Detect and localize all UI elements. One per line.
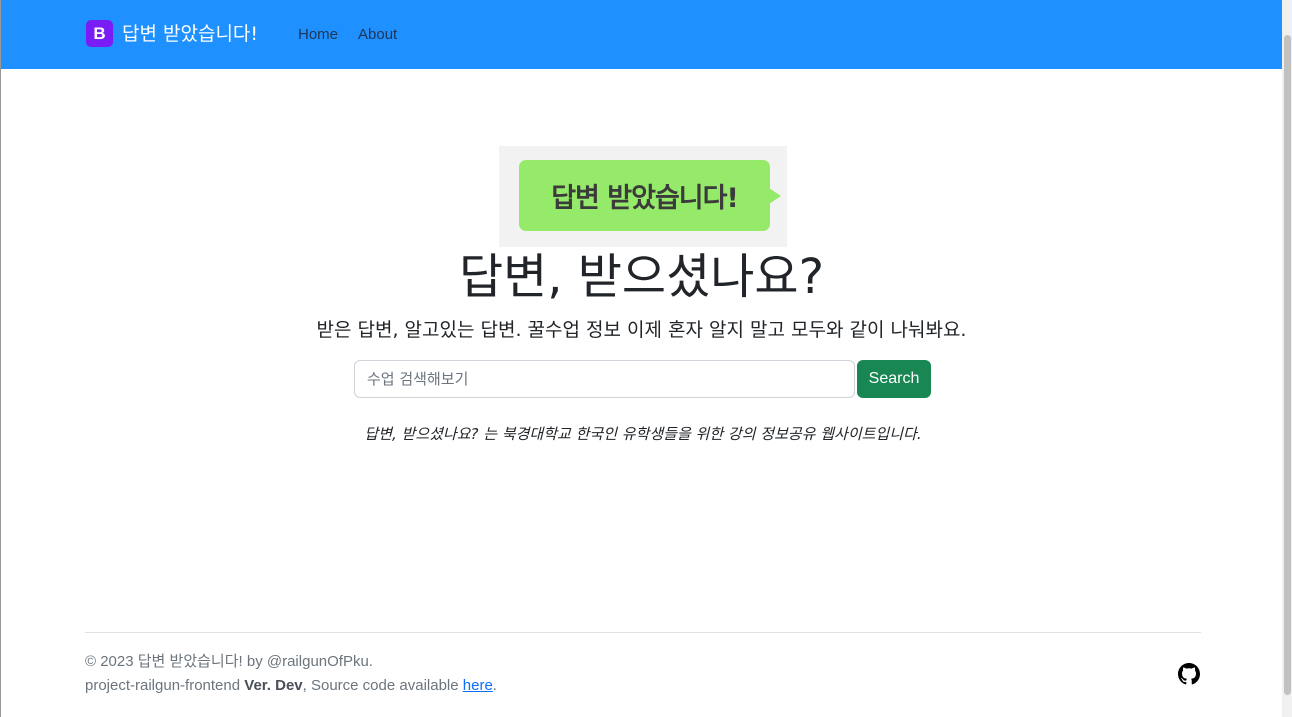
footer-source-link[interactable]: here — [463, 677, 493, 694]
footer-copyright: © 2023 답변 받았습니다! by @railgunOfPku. — [85, 653, 373, 670]
nav-link-about[interactable]: About — [358, 25, 397, 45]
footer-project-name: project-railgun-frontend — [85, 677, 241, 694]
search-input[interactable] — [354, 360, 855, 398]
page-title: 답변, 받으셨나요? — [458, 249, 825, 305]
hero-chat-bubble-image: 답변 받았습니다! — [499, 146, 787, 247]
navbar: B 답변 받았습니다! Home About — [1, 0, 1282, 69]
lead-text: 받은 답변, 알고있는 답변. 꿀수업 정보 이제 혼자 알지 말고 모두와 같… — [316, 319, 967, 341]
footer-project-info: project-railgun-frontend Ver. Dev, Sourc… — [85, 675, 497, 697]
chat-bubble: 답변 받았습니다! — [519, 160, 781, 231]
github-icon[interactable] — [1178, 663, 1200, 685]
footer-version: Ver. Dev — [244, 677, 303, 694]
bootstrap-logo-icon[interactable]: B — [86, 20, 113, 47]
site-tagline: 답변, 받으셨나요? 는 북경대학교 한국인 유학생들을 위한 강의 정보공유 … — [364, 425, 922, 443]
scrollbar-thumb[interactable] — [1284, 35, 1291, 695]
brand-title[interactable]: 답변 받았습니다! — [122, 21, 258, 47]
footer-source-text: , Source code available — [302, 677, 459, 694]
nav-link-home[interactable]: Home — [298, 25, 338, 45]
footer-period: . — [492, 677, 497, 694]
search-button[interactable]: Search — [857, 360, 931, 398]
chat-bubble-text: 답변 받았습니다! — [551, 183, 739, 214]
footer-divider — [85, 632, 1201, 633]
vertical-scrollbar[interactable] — [1282, 0, 1292, 717]
